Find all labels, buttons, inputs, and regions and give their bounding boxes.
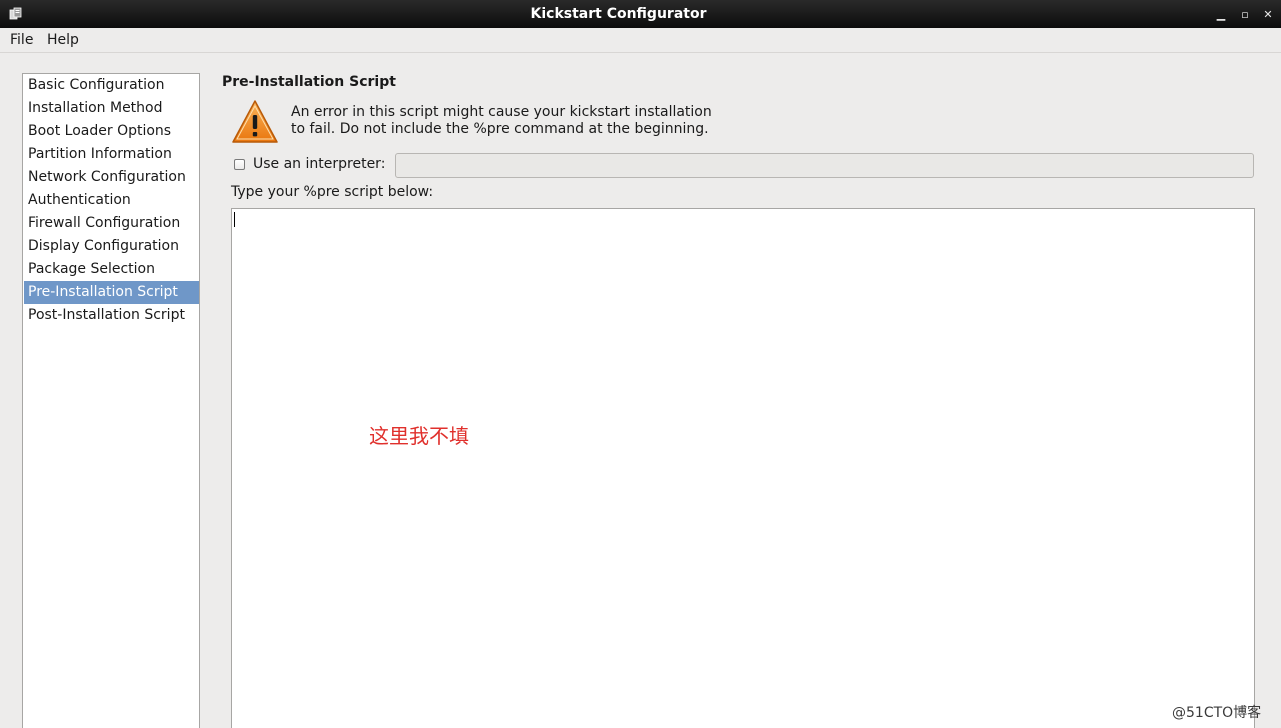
sidebar-item-installation-method[interactable]: Installation Method	[24, 97, 199, 120]
sidebar-item-display-configuration[interactable]: Display Configuration	[24, 235, 199, 258]
sidebar-item-boot-loader-options[interactable]: Boot Loader Options	[24, 120, 199, 143]
sidebar-item-network-configuration[interactable]: Network Configuration	[24, 166, 199, 189]
sidebar-item-post-installation-script[interactable]: Post-Installation Script	[24, 304, 199, 327]
menu-file[interactable]: File	[10, 32, 33, 48]
sidebar-item-firewall-configuration[interactable]: Firewall Configuration	[24, 212, 199, 235]
sidebar-item-partition-information[interactable]: Partition Information	[24, 143, 199, 166]
maximize-button[interactable]: ▫	[1238, 8, 1252, 22]
close-button[interactable]: ✕	[1261, 8, 1275, 22]
pre-script-textarea[interactable]	[231, 208, 1255, 728]
page-title: Pre-Installation Script	[222, 74, 396, 90]
warning-line-1: An error in this script might cause your…	[291, 104, 712, 120]
menu-help[interactable]: Help	[47, 32, 79, 48]
section-list: Basic Configuration Installation Method …	[22, 73, 200, 728]
app-window: Kickstart Configurator ▁ ▫ ✕ File Help B…	[0, 0, 1281, 728]
interpreter-input[interactable]	[395, 153, 1254, 178]
use-interpreter-label[interactable]: Use an interpreter:	[253, 156, 385, 172]
text-caret	[234, 212, 235, 227]
warning-icon	[232, 100, 278, 143]
warning-message: An error in this script might cause your…	[291, 104, 712, 138]
title-bar[interactable]: Kickstart Configurator ▁ ▫ ✕	[0, 0, 1281, 29]
minimize-button[interactable]: ▁	[1214, 8, 1228, 22]
warning-line-2: to fail. Do not include the %pre command…	[291, 121, 709, 137]
script-label: Type your %pre script below:	[231, 184, 434, 200]
sidebar-item-package-selection[interactable]: Package Selection	[24, 258, 199, 281]
sidebar-item-pre-installation-script[interactable]: Pre-Installation Script	[24, 281, 199, 304]
watermark: @51CTO博客	[1172, 705, 1262, 721]
window-title: Kickstart Configurator	[530, 6, 707, 22]
sidebar-item-basic-configuration[interactable]: Basic Configuration	[24, 74, 199, 97]
menu-bar: File Help	[0, 28, 1281, 53]
use-interpreter-checkbox[interactable]	[234, 159, 245, 170]
sidebar-item-authentication[interactable]: Authentication	[24, 189, 199, 212]
annotation-text: 这里我不填	[369, 424, 469, 448]
